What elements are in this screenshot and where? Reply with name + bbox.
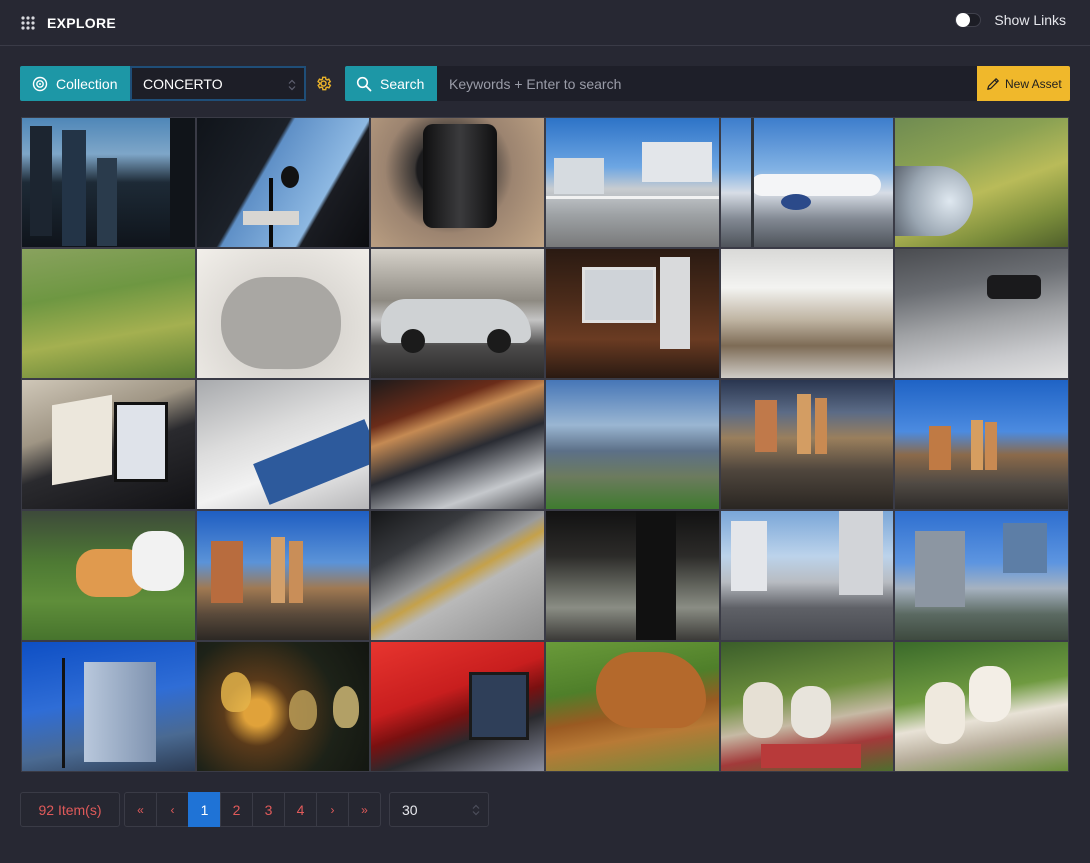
asset-thumbnail-construction-towers[interactable] <box>895 511 1068 640</box>
toolbar: Collection CONCERTO Search New Asset <box>20 66 1070 101</box>
show-links-label: Show Links <box>994 12 1066 28</box>
select-arrows-icon <box>288 79 296 91</box>
top-bar: EXPLORE Show Links <box>0 0 1090 46</box>
asset-thumbnail-city-towers-sunset[interactable] <box>720 380 894 509</box>
asset-thumbnail-golden-dog[interactable] <box>546 642 719 771</box>
asset-thumbnail-dark-interior[interactable] <box>546 511 719 640</box>
asset-thumbnail-airplane-tarmac[interactable] <box>720 118 894 247</box>
show-links-switch[interactable] <box>955 13 982 27</box>
collection-select[interactable]: CONCERTO <box>130 66 306 101</box>
asset-thumbnail-tablet-sheet-music[interactable] <box>371 380 544 509</box>
asset-grid <box>21 117 1069 772</box>
select-arrows-icon <box>472 804 480 816</box>
search-input[interactable] <box>437 66 977 101</box>
asset-thumbnail-aerial-rice-fields[interactable] <box>22 249 195 378</box>
page-button-2[interactable]: 2 <box>220 792 253 827</box>
asset-thumbnail-street-lamp-buildings[interactable] <box>196 118 370 247</box>
asset-thumbnail-lake-mountains[interactable] <box>546 380 719 509</box>
asset-thumbnail-aerial-engine-fields[interactable] <box>895 118 1068 247</box>
asset-thumbnail-train-platform[interactable] <box>371 511 544 640</box>
grid-dots-icon <box>20 15 36 31</box>
asset-thumbnail-balcony-apartments[interactable] <box>546 118 719 247</box>
next-page-button[interactable]: › <box>316 792 349 827</box>
page-title: EXPLORE <box>47 14 117 31</box>
new-asset-label: New Asset <box>1005 76 1062 91</box>
brand: EXPLORE <box>20 15 116 31</box>
per-page-select[interactable]: 30 <box>389 792 489 827</box>
pagination: « ‹ 1 2 3 4 › » <box>124 792 381 827</box>
asset-thumbnail-french-bulldogs-picnic[interactable] <box>720 642 894 771</box>
asset-thumbnail-city-towers-blue-sky[interactable] <box>895 380 1068 509</box>
asset-thumbnail-sheet-music-closeup[interactable] <box>196 380 370 509</box>
asset-thumbnail-city-skyscrapers[interactable] <box>22 118 195 247</box>
asset-thumbnail-piano-keys-blur[interactable] <box>720 249 894 378</box>
asset-thumbnail-fabric-speaker[interactable] <box>196 249 370 378</box>
asset-thumbnail-camera-lens[interactable] <box>371 118 544 247</box>
item-count: 92 Item(s) <box>20 792 120 827</box>
pagination-bar: 92 Item(s) « ‹ 1 2 3 4 › » 30 <box>20 792 489 827</box>
page-button-1[interactable]: 1 <box>188 792 221 827</box>
search-icon <box>356 76 372 91</box>
search-button[interactable]: Search <box>345 66 437 101</box>
last-page-button[interactable]: » <box>348 792 381 827</box>
collection-value: CONCERTO <box>143 75 223 92</box>
asset-thumbnail-desktop-computer[interactable] <box>546 249 719 378</box>
asset-thumbnail-light-installation[interactable] <box>196 642 370 771</box>
new-asset-button[interactable]: New Asset <box>977 66 1070 101</box>
switch-knob <box>956 13 971 27</box>
asset-thumbnail-corgi-on-grass[interactable] <box>22 511 195 640</box>
show-links-toggle[interactable]: Show Links <box>955 12 1066 28</box>
asset-thumbnail-french-bulldog-grass[interactable] <box>895 642 1068 771</box>
collection-icon <box>32 76 48 91</box>
search-label: Search <box>380 75 425 92</box>
page-button-4[interactable]: 4 <box>284 792 317 827</box>
gear-icon[interactable] <box>315 75 332 92</box>
asset-thumbnail-sheet-music-tablet[interactable] <box>22 380 195 509</box>
asset-thumbnail-red-computer[interactable] <box>371 642 544 771</box>
asset-thumbnail-office-tower[interactable] <box>22 642 195 771</box>
asset-thumbnail-device-closeup[interactable] <box>895 249 1068 378</box>
asset-thumbnail-twin-towers[interactable] <box>196 511 370 640</box>
per-page-value: 30 <box>402 801 418 818</box>
pencil-icon <box>987 77 999 90</box>
collection-label: Collection <box>56 75 118 92</box>
asset-thumbnail-metro-track-street[interactable] <box>720 511 894 640</box>
first-page-button[interactable]: « <box>124 792 157 827</box>
asset-thumbnail-silver-sedan[interactable] <box>371 249 544 378</box>
prev-page-button[interactable]: ‹ <box>156 792 189 827</box>
page-button-3[interactable]: 3 <box>252 792 285 827</box>
collection-button[interactable]: Collection <box>20 66 130 101</box>
